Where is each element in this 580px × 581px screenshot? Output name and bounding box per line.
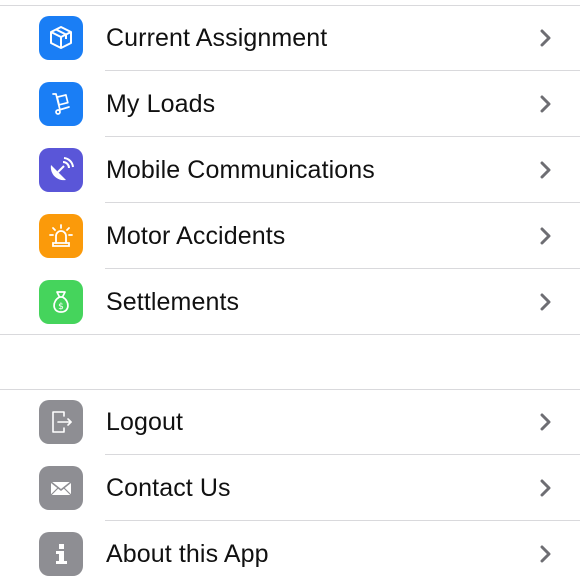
menu-item-my-loads[interactable]: My Loads [0,71,580,137]
chevron-right-icon [538,94,554,114]
chevron-right-icon [538,160,554,180]
envelope-icon [39,466,83,510]
emergency-siren-icon [39,214,83,258]
exit-door-icon [39,400,83,444]
settings-screen: Current Assignment My Loads Mobile Commu… [0,0,580,581]
menu-item-settlements[interactable]: $ Settlements [0,269,580,335]
menu-item-label: Motor Accidents [106,221,286,250]
chevron-right-icon [538,478,554,498]
package-box-icon [39,16,83,60]
main-menu-group: Current Assignment My Loads Mobile Commu… [0,5,580,335]
chevron-right-icon [538,544,554,564]
menu-item-label: About this App [106,539,269,568]
money-bag-icon: $ [39,280,83,324]
row-separator [0,334,580,335]
hand-truck-icon [39,82,83,126]
menu-item-label: Logout [106,407,184,436]
chevron-right-icon [538,412,554,432]
chevron-right-icon [538,28,554,48]
info-icon [39,532,83,576]
menu-item-about-this-app[interactable]: About this App [0,521,580,581]
menu-item-label: Current Assignment [106,23,328,52]
secondary-menu-group: Logout Contact Us About this App [0,389,580,581]
menu-item-label: My Loads [106,89,216,118]
menu-item-label: Mobile Communications [106,155,375,184]
chevron-right-icon [538,292,554,312]
menu-item-label: Contact Us [106,473,231,502]
menu-item-contact-us[interactable]: Contact Us [0,455,580,521]
menu-item-current-assignment[interactable]: Current Assignment [0,5,580,71]
svg-text:$: $ [58,302,64,312]
menu-item-logout[interactable]: Logout [0,389,580,455]
menu-item-label: Settlements [106,287,240,316]
menu-item-motor-accidents[interactable]: Motor Accidents [0,203,580,269]
menu-item-mobile-communications[interactable]: Mobile Communications [0,137,580,203]
chevron-right-icon [538,226,554,246]
satellite-dish-icon [39,148,83,192]
